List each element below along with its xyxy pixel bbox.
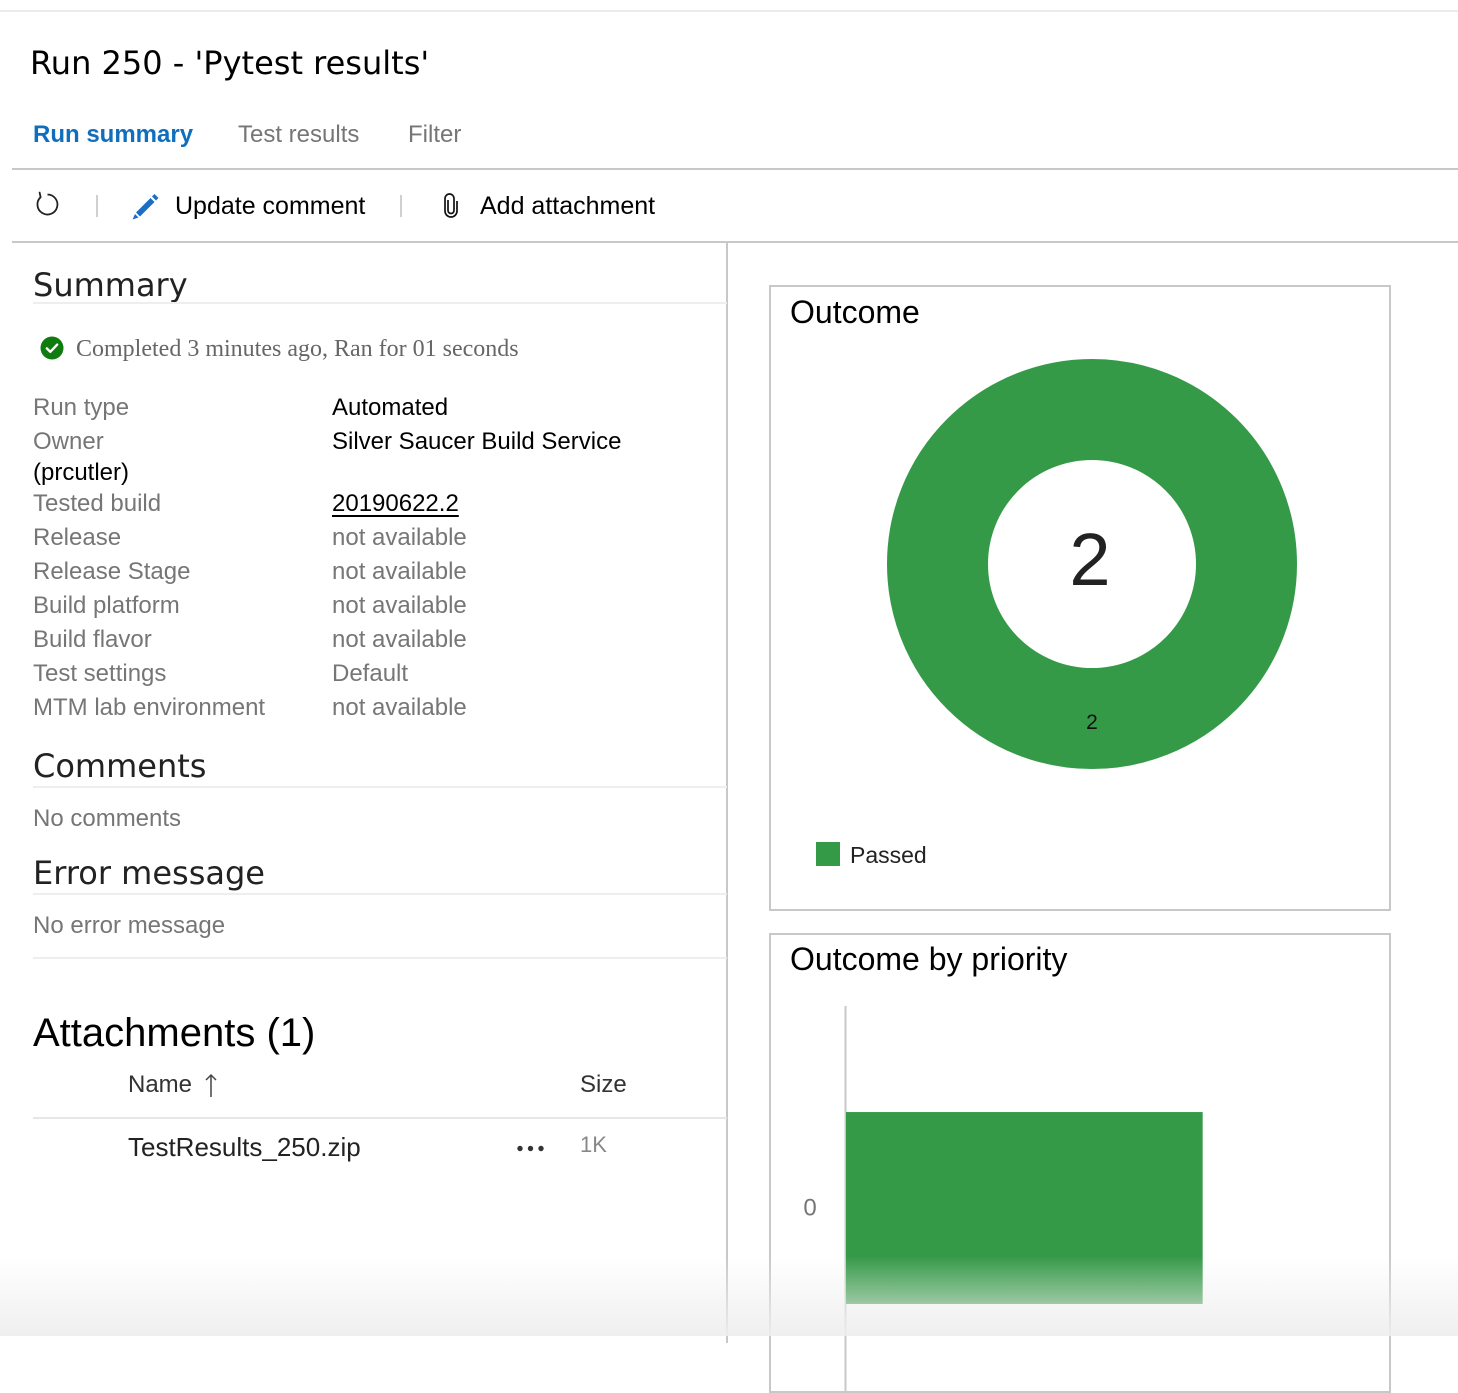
tab-bar-divider [12, 168, 1458, 170]
more-actions-button[interactable] [512, 1136, 550, 1160]
outcome-by-priority-title: Outcome by priority [790, 941, 1068, 977]
outcome-card: 22 Outcome Passed [769, 285, 1391, 911]
attachments-heading: Attachments (1) [33, 1011, 316, 1055]
attachment-name[interactable]: TestResults_250.zip [128, 1134, 361, 1160]
field-release: Release not available [33, 521, 723, 555]
section-divider [33, 302, 727, 304]
outcome-donut-chart: 22 [887, 359, 1297, 769]
field-label: Release Stage [33, 558, 191, 585]
field-mtm-lab-environment: MTM lab environment not available [33, 691, 723, 725]
outcome-by-priority-card: 0 Outcome by priority [769, 933, 1391, 1393]
pencil-icon [132, 194, 159, 220]
no-comments-text: No comments [33, 805, 182, 832]
outcome-chart-title: Outcome [790, 294, 920, 330]
field-label: Build platform [33, 592, 180, 619]
refresh-button[interactable] [30, 186, 68, 228]
refresh-icon [36, 191, 59, 216]
table-header-divider [33, 1117, 727, 1119]
panel-splitter[interactable] [726, 243, 728, 1343]
field-label: Tested build [33, 490, 162, 517]
more-actions-icon [517, 1145, 544, 1152]
comments-heading: Comments [33, 747, 207, 785]
run-status-text: Completed 3 minutes ago, Ran for 01 seco… [76, 336, 519, 362]
tab-filter[interactable]: Filter [408, 123, 461, 147]
add-attachment-button[interactable]: Add attachment [438, 186, 668, 228]
bar-priority-0-passed[interactable] [846, 1112, 1203, 1304]
column-header-name[interactable]: Name [128, 1073, 192, 1097]
field-release-stage: Release Stage not available [33, 555, 723, 589]
field-label: Owner [33, 428, 104, 455]
field-value: Silver Saucer Build Service [332, 428, 622, 455]
no-error-message-text: No error message [33, 912, 226, 939]
update-comment-label: Update comment [175, 192, 366, 220]
tab-test-results[interactable]: Test results [238, 123, 359, 147]
add-attachment-label: Add attachment [480, 192, 656, 220]
field-value: Automated [332, 394, 449, 421]
check-circle-icon [40, 336, 64, 360]
outcome-by-priority-chart: 0 [803, 1006, 1203, 1391]
field-tested-build: Tested build 20190622.2 [33, 487, 723, 521]
toolbar-separator [400, 195, 402, 217]
page-title: Run 250 - 'Pytest results' [30, 44, 430, 82]
legend-swatch [816, 842, 840, 866]
field-value: not available [332, 558, 467, 585]
field-value: not available [332, 524, 467, 551]
section-divider [33, 786, 727, 788]
field-label: Run type [33, 394, 130, 421]
legend-label: Passed [850, 842, 927, 868]
section-divider [33, 893, 727, 895]
field-value-continued: (prcutler) [33, 459, 130, 486]
field-label: Build flavor [33, 626, 152, 653]
error-message-heading: Error message [33, 854, 265, 892]
field-test-settings: Test settings Default [33, 657, 723, 691]
field-label: MTM lab environment [33, 694, 266, 721]
attachment-size: 1K [580, 1132, 607, 1157]
field-value: not available [332, 626, 467, 653]
field-build-platform: Build platform not available [33, 589, 723, 623]
y-tick-label: 0 [803, 1195, 816, 1222]
donut-center-total: 2 [1069, 518, 1110, 601]
top-border [0, 10, 1458, 12]
field-label: Test settings [33, 660, 167, 687]
arrow-up-icon[interactable] [204, 1072, 218, 1098]
field-value: Default [332, 660, 409, 687]
summary-heading: Summary [33, 266, 188, 304]
field-value: not available [332, 592, 467, 619]
field-owner: Owner Silver Saucer Build Service (prcut… [33, 425, 723, 487]
summary-fields: Run type Automated Owner Silver Saucer B… [33, 391, 723, 725]
field-run-type: Run type Automated [33, 391, 723, 425]
field-label: Release [33, 524, 122, 551]
column-header-size[interactable]: Size [580, 1073, 627, 1097]
toolbar-divider [12, 241, 1458, 243]
field-build-flavor: Build flavor not available [33, 623, 723, 657]
field-value: not available [332, 694, 467, 721]
tested-build-link[interactable]: 20190622.2 [332, 487, 459, 521]
donut-slice-label: 2 [1086, 711, 1098, 734]
paperclip-icon [444, 193, 458, 218]
update-comment-button[interactable]: Update comment [128, 186, 378, 228]
tab-run-summary[interactable]: Run summary [33, 123, 193, 147]
toolbar-separator [96, 195, 98, 217]
section-divider [33, 957, 727, 959]
